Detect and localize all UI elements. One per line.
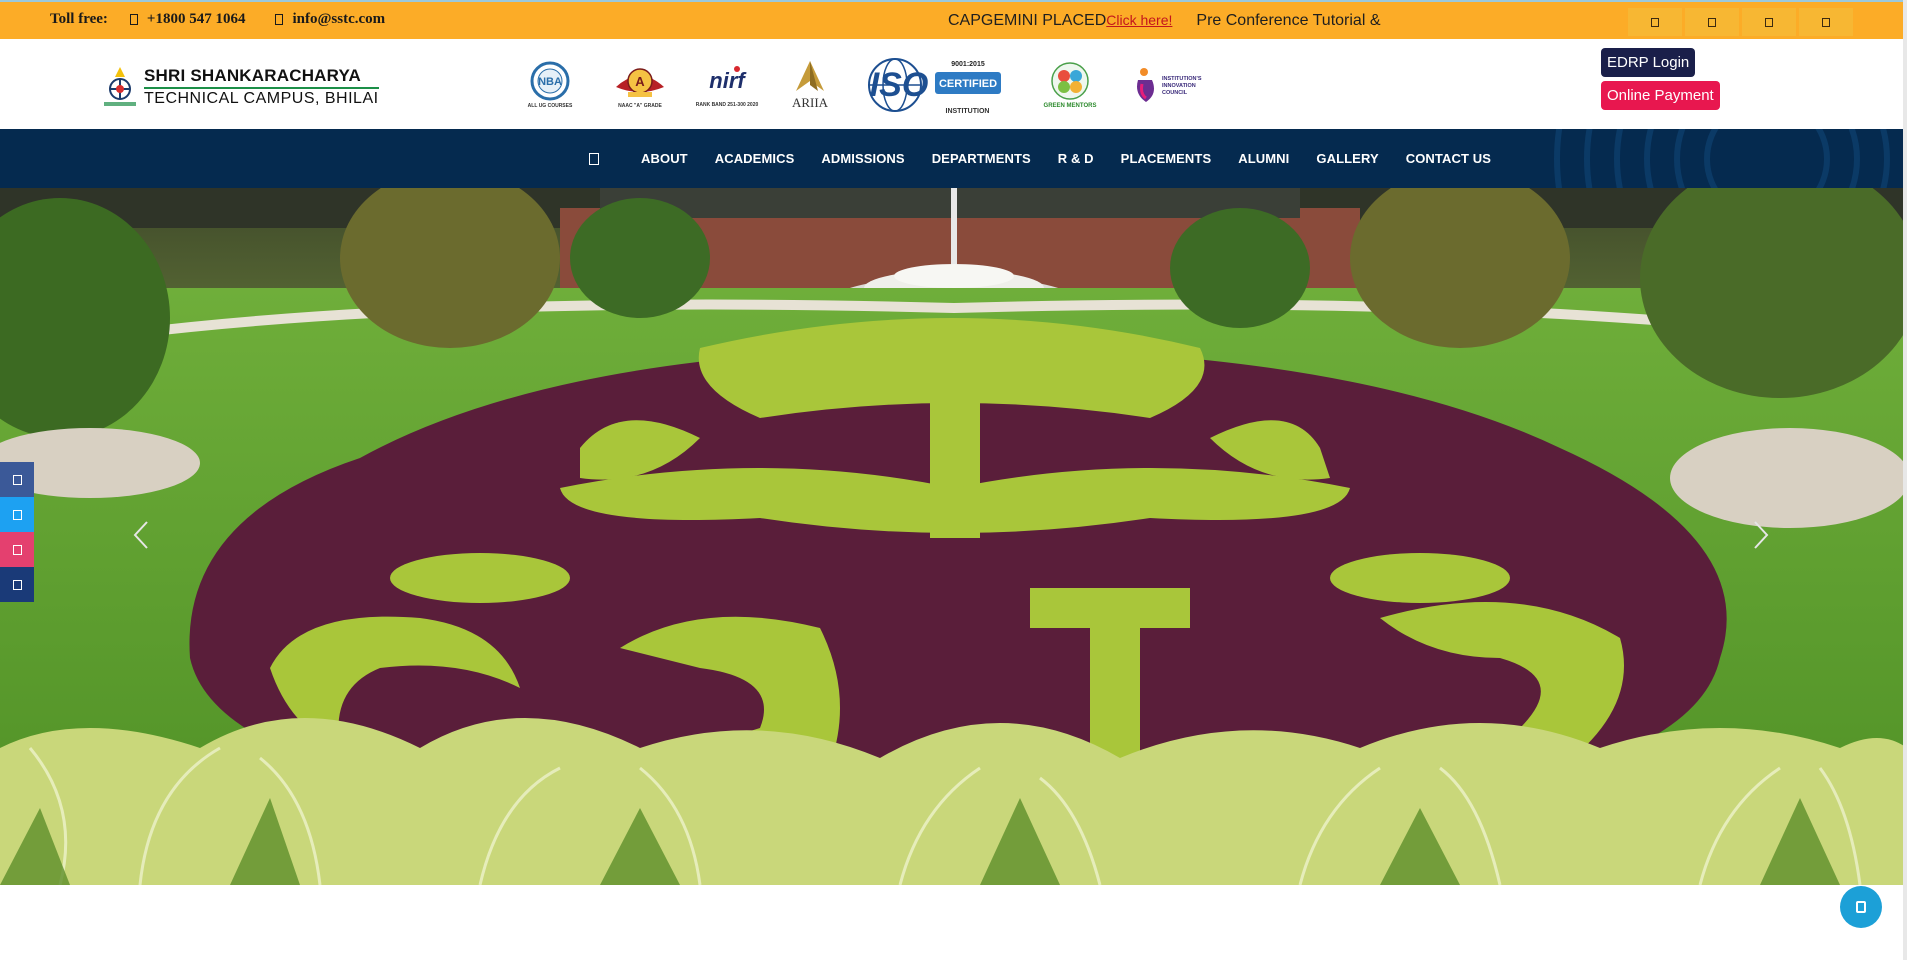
- news-marquee: CAPGEMINI PLACEDClick here! Pre Conferenc…: [948, 12, 1388, 30]
- marquee-text: CAPGEMINI PLACED: [948, 12, 1107, 29]
- iic-logo: INSTITUTION'S INNOVATION COUNCIL: [1125, 53, 1215, 117]
- logo-line-2: TECHNICAL CAMPUS, BHILAI: [144, 90, 379, 107]
- side-facebook-icon[interactable]: [0, 462, 34, 497]
- mail-icon: [275, 14, 284, 25]
- top-bar: Toll free: +1800 547 1064 info@sstc.com …: [0, 0, 1907, 39]
- nba-logo: NBA ALL UG COURSES: [520, 53, 580, 117]
- side-social-bar: [0, 462, 34, 602]
- nav-item-about[interactable]: ABOUT: [641, 151, 688, 166]
- nav-item-academics[interactable]: ACADEMICS: [715, 151, 795, 166]
- nirf-logo: nirf RANK BAND 251-300 2020: [695, 53, 759, 117]
- phone-icon: [129, 14, 138, 25]
- nba-caption: ALL UG COURSES: [527, 103, 573, 109]
- page-scrollbar[interactable]: [1903, 0, 1907, 960]
- edrp-login-button[interactable]: EDRP Login: [1601, 48, 1696, 77]
- green-mentors-caption: GREEN MENTORS: [1043, 103, 1097, 109]
- naac-logo: A NAAC "A" GRADE: [605, 53, 675, 117]
- logo-title: SHRI SHANKARACHARYA TECHNICAL CAMPUS, BH…: [144, 66, 379, 108]
- home-icon[interactable]: [589, 152, 599, 165]
- svg-text:CERTIFIED: CERTIFIED: [939, 78, 997, 90]
- hero-slider: [0, 188, 1907, 885]
- page: Toll free: +1800 547 1064 info@sstc.com …: [0, 0, 1907, 960]
- nav-item-gallery[interactable]: GALLERY: [1316, 151, 1378, 166]
- ariia-logo: ARIIA: [785, 53, 835, 117]
- phone-link[interactable]: +1800 547 1064: [147, 11, 246, 28]
- nav-item-contact-us[interactable]: CONTACT US: [1406, 151, 1491, 166]
- nirf-caption: RANK BAND 251-300 2020: [695, 102, 759, 108]
- facebook-icon[interactable]: [1628, 8, 1682, 36]
- toll-free-label: Toll free:: [50, 11, 108, 27]
- svg-text:ISO: ISO: [870, 66, 929, 104]
- sstc-emblem-icon: [100, 65, 140, 109]
- marquee-text-2: Pre Conference Tutorial &: [1196, 12, 1381, 29]
- chat-icon[interactable]: [1840, 886, 1882, 928]
- nav-menu: ABOUT ACADEMICS ADMISSIONS DEPARTMENTS R…: [589, 129, 1518, 188]
- nav-item-alumni[interactable]: ALUMNI: [1238, 151, 1289, 166]
- top-social-icons: [1628, 8, 1856, 36]
- nav-item-r-and-d[interactable]: R & D: [1058, 151, 1094, 166]
- twitter-icon[interactable]: [1685, 8, 1739, 36]
- nav-item-admissions[interactable]: ADMISSIONS: [821, 151, 904, 166]
- main-nav: ABOUT ACADEMICS ADMISSIONS DEPARTMENTS R…: [0, 129, 1907, 188]
- contact-info: Toll free: +1800 547 1064 info@sstc.com: [50, 11, 385, 28]
- ariia-caption: ARIIA: [791, 95, 829, 110]
- svg-text:NBA: NBA: [538, 76, 562, 88]
- instagram-icon[interactable]: [1742, 8, 1796, 36]
- side-instagram-icon[interactable]: [0, 532, 34, 567]
- svg-text:nirf: nirf: [709, 68, 747, 93]
- svg-text:9001:2015: 9001:2015: [951, 61, 985, 68]
- marquee-click-here-link[interactable]: Click here!: [1106, 12, 1172, 28]
- content-area: [0, 885, 1907, 960]
- site-header: SHRI SHANKARACHARYA TECHNICAL CAMPUS, BH…: [0, 39, 1907, 129]
- slider-next-arrow-icon[interactable]: [1752, 520, 1770, 550]
- linkedin-icon[interactable]: [1799, 8, 1853, 36]
- green-mentors-logo: GREEN MENTORS: [1035, 53, 1105, 117]
- nav-item-placements[interactable]: PLACEMENTS: [1121, 151, 1212, 166]
- iso-logo: ISO 9001:2015 CERTIFIED INSTITUTION: [865, 53, 1010, 117]
- logo-line-1: SHRI SHANKARACHARYA: [144, 66, 379, 89]
- hero-image: [0, 188, 1907, 885]
- iic-caption: INSTITUTION'S INNOVATION COUNCIL: [1162, 75, 1202, 96]
- naac-caption: NAAC "A" GRADE: [618, 103, 662, 109]
- email-link[interactable]: info@sstc.com: [292, 11, 385, 28]
- nav-item-departments[interactable]: DEPARTMENTS: [932, 151, 1031, 166]
- online-payment-button[interactable]: Online Payment: [1601, 81, 1720, 110]
- side-twitter-icon[interactable]: [0, 497, 34, 532]
- side-linkedin-icon[interactable]: [0, 567, 34, 602]
- svg-text:A: A: [635, 74, 645, 89]
- iso-caption: INSTITUTION: [945, 107, 990, 115]
- site-logo[interactable]: SHRI SHANKARACHARYA TECHNICAL CAMPUS, BH…: [100, 65, 379, 109]
- slider-prev-arrow-icon[interactable]: [132, 520, 150, 550]
